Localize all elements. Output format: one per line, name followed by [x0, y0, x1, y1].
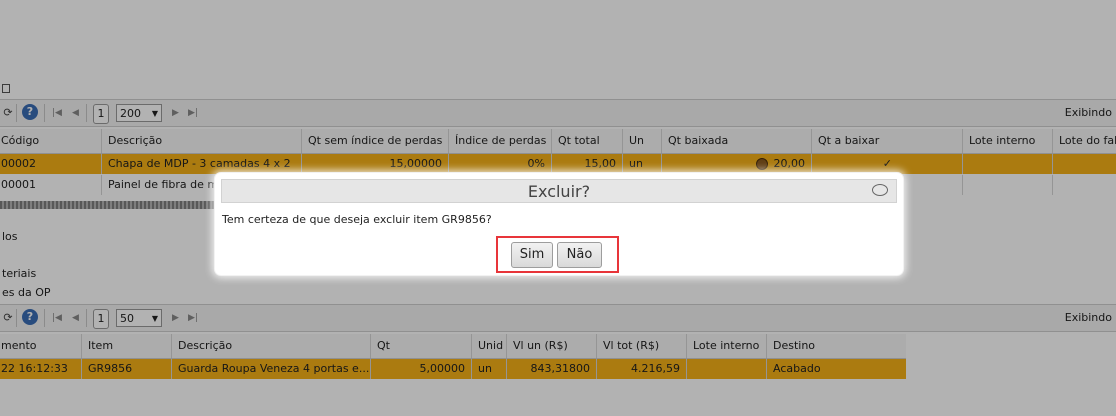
- dialog-title-bar[interactable]: Excluir?: [221, 179, 897, 203]
- confirm-dialog: Excluir? Tem certeza de que deseja exclu…: [215, 173, 903, 275]
- yes-button[interactable]: Sim: [511, 242, 553, 268]
- dialog-message: Tem certeza de que deseja excluir item G…: [222, 213, 492, 226]
- dialog-title: Excluir?: [527, 182, 591, 201]
- no-button[interactable]: Não: [557, 242, 602, 268]
- comment-icon[interactable]: [872, 184, 888, 196]
